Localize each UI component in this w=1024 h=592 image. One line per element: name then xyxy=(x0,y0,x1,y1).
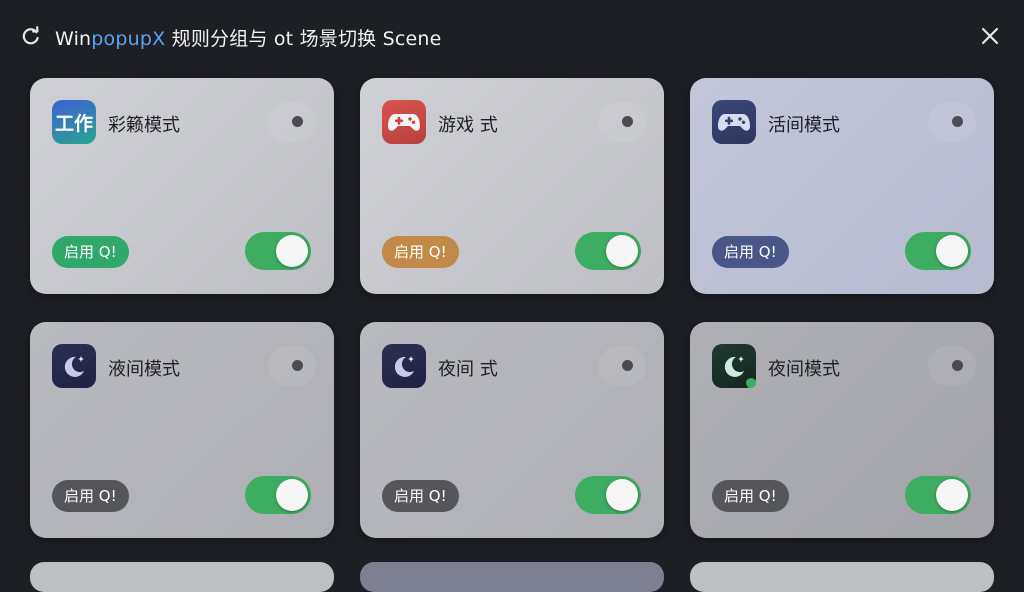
enable-pill[interactable]: 启用 Q! xyxy=(382,480,459,512)
moon-star-icon xyxy=(712,344,756,388)
scene-toggle[interactable] xyxy=(575,476,641,514)
scene-card-title: 夜间 式 xyxy=(438,359,498,380)
scene-toggle[interactable] xyxy=(905,232,971,270)
scene-card-activity[interactable]: 活间模式 启用 Q! xyxy=(690,78,994,294)
scene-card-work[interactable]: 工作 彩籁模式 启用 Q! xyxy=(30,78,334,294)
status-dot xyxy=(622,116,633,127)
active-badge xyxy=(746,378,756,388)
toggle-knob xyxy=(936,235,968,267)
scene-toggle[interactable] xyxy=(245,476,311,514)
scene-card-night-2[interactable]: 夜间 式 启用 Q! xyxy=(360,322,664,538)
moon-star-icon xyxy=(382,344,426,388)
scene-card-night-1[interactable]: 液间模式 启用 Q! xyxy=(30,322,334,538)
status-dot xyxy=(292,116,303,127)
scene-toggle[interactable] xyxy=(245,232,311,270)
scene-card-title: 活间模式 xyxy=(768,115,840,136)
scene-grid: 工作 彩籁模式 启用 Q! 游戏 式 启用 Q! 活间模式 启用 Q! 液间模式… xyxy=(0,0,1024,592)
toggle-knob xyxy=(936,479,968,511)
enable-pill[interactable]: 启用 Q! xyxy=(712,236,789,268)
status-dot xyxy=(952,360,963,371)
moon-star-icon xyxy=(52,344,96,388)
scene-card-game[interactable]: 游戏 式 启用 Q! xyxy=(360,78,664,294)
status-dot xyxy=(292,360,303,371)
scene-card-peek[interactable] xyxy=(30,562,334,592)
enable-pill[interactable]: 启用 Q! xyxy=(382,236,459,268)
toggle-knob xyxy=(276,235,308,267)
gamepad-icon xyxy=(712,100,756,144)
enable-pill[interactable]: 启用 Q! xyxy=(712,480,789,512)
status-dot xyxy=(952,116,963,127)
scene-card-peek[interactable] xyxy=(360,562,664,592)
status-dot xyxy=(622,360,633,371)
work-text-icon: 工作 xyxy=(52,100,96,144)
enable-pill[interactable]: 启用 Q! xyxy=(52,480,129,512)
work-icon-text: 工作 xyxy=(54,112,93,135)
scene-card-title: 夜间模式 xyxy=(768,359,840,380)
scene-card-peek[interactable] xyxy=(690,562,994,592)
scene-card-title: 游戏 式 xyxy=(438,115,498,136)
enable-pill[interactable]: 启用 Q! xyxy=(52,236,129,268)
scene-toggle[interactable] xyxy=(575,232,641,270)
scene-card-title: 彩籁模式 xyxy=(108,115,180,136)
scene-card-night-3[interactable]: 夜间模式 启用 Q! xyxy=(690,322,994,538)
scene-card-title: 液间模式 xyxy=(108,359,180,380)
toggle-knob xyxy=(606,235,638,267)
toggle-knob xyxy=(276,479,308,511)
gamepad-icon xyxy=(382,100,426,144)
scene-toggle[interactable] xyxy=(905,476,971,514)
toggle-knob xyxy=(606,479,638,511)
